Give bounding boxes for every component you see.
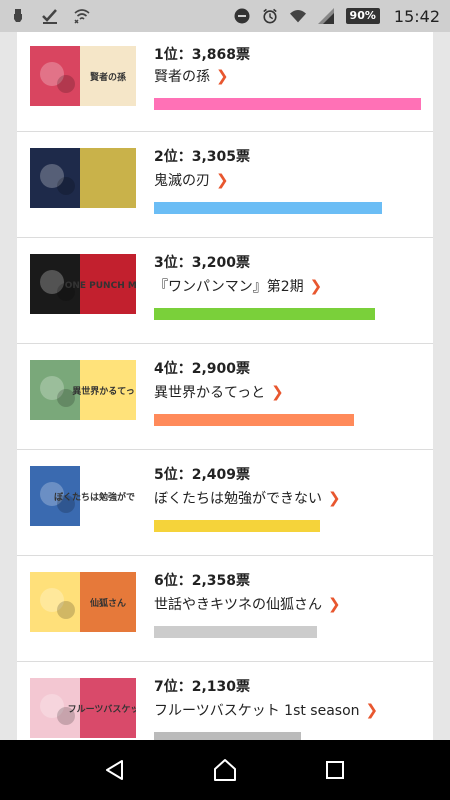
- vote-bar: [154, 626, 317, 638]
- svg-text:賢者の孫: 賢者の孫: [90, 71, 126, 83]
- anime-thumbnail[interactable]: 仙狐さん: [30, 572, 136, 632]
- anime-title-link[interactable]: 世話やきキツネの仙狐さん ❯: [154, 594, 341, 614]
- home-button[interactable]: [205, 750, 245, 790]
- chevron-right-icon: ❯: [328, 488, 341, 507]
- alarm-icon: [262, 8, 278, 24]
- status-bar: 90% 15:42: [0, 0, 450, 32]
- battery-icon: 90%: [345, 8, 380, 24]
- chevron-right-icon: ❯: [216, 170, 229, 189]
- anime-title-link[interactable]: フルーツバスケット 1st season ❯: [154, 700, 378, 720]
- ranking-item: 賢者の孫 1位：3,868票 賢者の孫 ❯: [17, 32, 433, 132]
- usb-icon: [10, 8, 26, 24]
- clock: 15:42: [393, 6, 440, 26]
- wifi-x-icon: [74, 8, 90, 24]
- anime-thumbnail[interactable]: [30, 148, 136, 208]
- signal-icon: [317, 8, 334, 24]
- rank-votes: 2位：3,305票: [154, 149, 251, 165]
- ranking-item: ONE PUNCH MAN 3位：3,200票 『ワンパンマン』第2期 ❯: [17, 238, 433, 344]
- chevron-right-icon: ❯: [216, 66, 229, 85]
- anime-title: 鬼滅の刃: [154, 173, 210, 189]
- chevron-right-icon: ❯: [271, 382, 284, 401]
- ranking-list: 賢者の孫 1位：3,868票 賢者の孫 ❯ 2位：3,305票 鬼滅の刃 ❯ O…: [17, 32, 433, 740]
- anime-thumbnail[interactable]: フルーツバスケット: [30, 678, 136, 738]
- home-icon: [214, 759, 236, 781]
- rank-votes: 7位：2,130票: [154, 679, 251, 695]
- svg-text:フルーツバスケット: フルーツバスケット: [68, 704, 136, 715]
- svg-text:ONE PUNCH MAN: ONE PUNCH MAN: [65, 281, 136, 291]
- anime-title: ぼくたちは勉強ができない: [154, 491, 322, 507]
- anime-title: 異世界かるてっと: [154, 385, 266, 401]
- anime-title-link[interactable]: 異世界かるてっと ❯: [154, 382, 284, 402]
- chevron-right-icon: ❯: [328, 594, 341, 613]
- check-icon: [42, 8, 58, 24]
- rank-votes: 6位：2,358票: [154, 573, 251, 589]
- anime-title-link[interactable]: 賢者の孫 ❯: [154, 66, 229, 86]
- back-button[interactable]: [95, 750, 135, 790]
- anime-title: 『ワンパンマン』第2期: [154, 279, 304, 295]
- rank-votes: 5位：2,409票: [154, 467, 251, 483]
- anime-thumbnail[interactable]: ぼくたちは勉強ができない: [30, 466, 136, 526]
- vote-bar: [154, 732, 301, 740]
- anime-thumbnail[interactable]: ONE PUNCH MAN: [30, 254, 136, 314]
- vote-bar: [154, 308, 375, 320]
- back-icon: [106, 760, 123, 780]
- ranking-item: 仙狐さん 6位：2,358票 世話やきキツネの仙狐さん ❯: [17, 556, 433, 662]
- chevron-right-icon: ❯: [309, 276, 323, 295]
- rank-votes: 1位：3,868票: [154, 47, 251, 63]
- anime-title: 賢者の孫: [154, 69, 210, 85]
- ranking-item: 2位：3,305票 鬼滅の刃 ❯: [17, 132, 433, 238]
- navigation-bar: [0, 740, 450, 800]
- anime-title-link[interactable]: ぼくたちは勉強ができない ❯: [154, 488, 341, 508]
- vote-bar: [154, 202, 382, 214]
- do-not-disturb-icon: [234, 8, 250, 24]
- ranking-panel: 賢者の孫 1位：3,868票 賢者の孫 ❯ 2位：3,305票 鬼滅の刃 ❯ O…: [17, 32, 433, 740]
- wifi-icon: [289, 8, 306, 24]
- rank-votes: 4位：2,900票: [154, 361, 251, 377]
- rank-votes: 3位：3,200票: [154, 255, 251, 271]
- svg-text:異世界かるてっと: 異世界かるてっと: [72, 385, 136, 397]
- ranking-item: ぼくたちは勉強ができない 5位：2,409票 ぼくたちは勉強ができない ❯: [17, 450, 433, 556]
- anime-thumbnail[interactable]: 異世界かるてっと: [30, 360, 136, 420]
- ranking-item: フルーツバスケット 7位：2,130票 フルーツバスケット 1st season…: [17, 662, 433, 740]
- ranking-item: 異世界かるてっと 4位：2,900票 異世界かるてっと ❯: [17, 344, 433, 450]
- svg-text:仙狐さん: 仙狐さん: [90, 597, 126, 609]
- recents-button[interactable]: [315, 750, 355, 790]
- vote-bar: [154, 414, 354, 426]
- recents-icon: [326, 761, 344, 779]
- vote-bar: [154, 520, 320, 532]
- anime-title-link[interactable]: 『ワンパンマン』第2期 ❯: [154, 276, 322, 296]
- anime-title: フルーツバスケット 1st season: [154, 703, 360, 719]
- chevron-right-icon: ❯: [365, 700, 379, 719]
- anime-thumbnail[interactable]: 賢者の孫: [30, 46, 136, 106]
- anime-title: 世話やきキツネの仙狐さん: [154, 597, 322, 613]
- svg-text:ぼくたちは勉強ができない: ぼくたちは勉強ができない: [54, 491, 136, 503]
- anime-title-link[interactable]: 鬼滅の刃 ❯: [154, 170, 229, 190]
- vote-bar: [154, 98, 421, 110]
